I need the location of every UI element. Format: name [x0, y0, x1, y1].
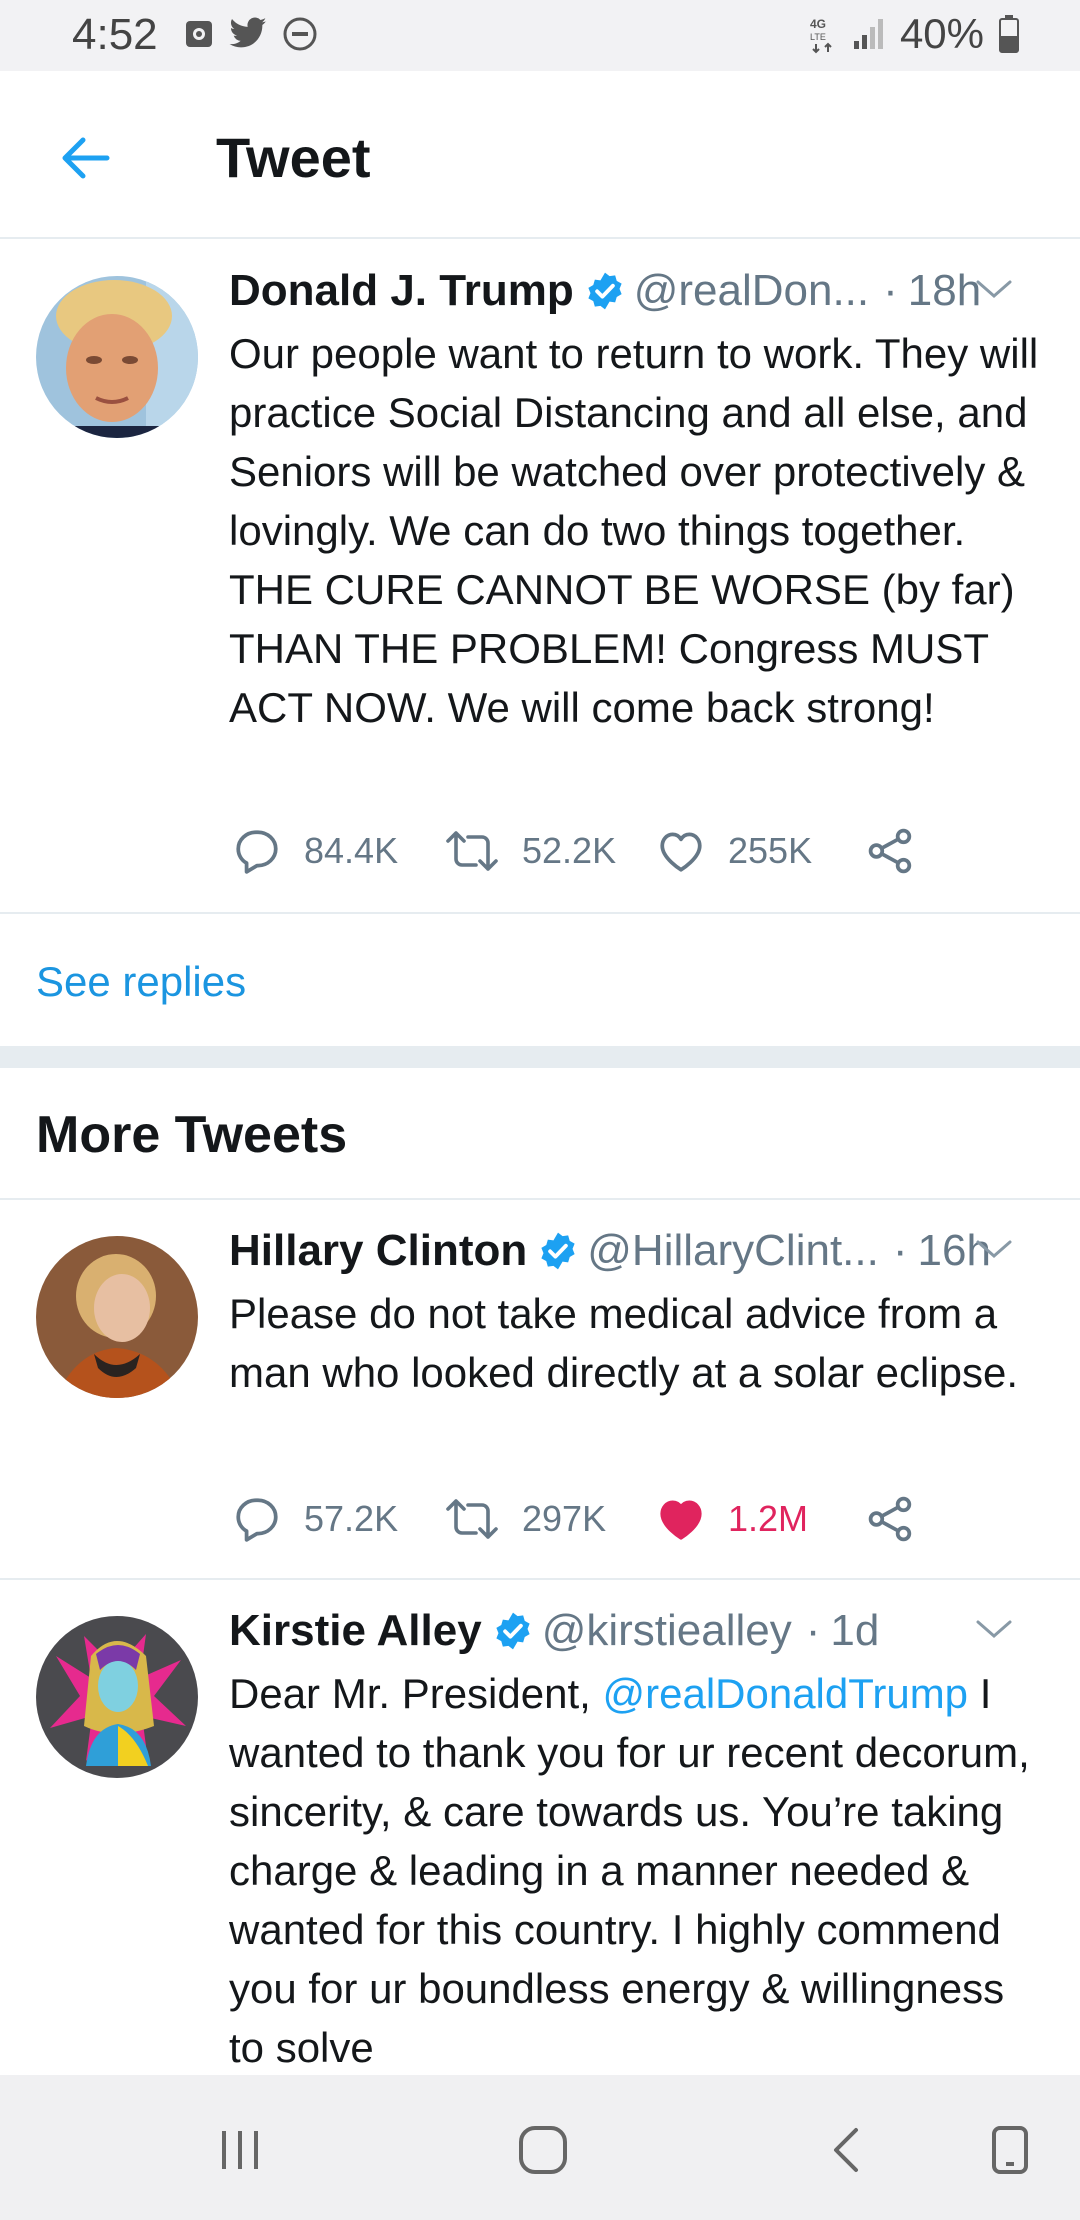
tweet-actions: 84.4K 52.2K 255K	[232, 828, 938, 874]
battery-icon	[999, 15, 1019, 53]
reply-icon	[236, 830, 278, 874]
recent-apps-button[interactable]	[205, 2115, 275, 2185]
battery-percent: 40%	[899, 10, 984, 57]
tweet-header: Donald J. Trump @realDon... · 18h	[229, 266, 1050, 316]
author-handle[interactable]: @kirstiealley	[542, 1606, 792, 1656]
recent-apps-icon	[222, 2131, 258, 2169]
retweet-icon	[446, 1499, 498, 1539]
tweet-card[interactable]: Kirstie Alley @kirstiealley · 1d Dear Mr…	[0, 1580, 1080, 2075]
more-tweets-heading: More Tweets	[36, 1106, 348, 1164]
reply-count: 84.4K	[304, 830, 399, 871]
main-tweet[interactable]: Donald J. Trump @realDon... · 18h Our pe…	[0, 240, 1080, 912]
separator-dot: ·	[883, 266, 898, 315]
back-button[interactable]	[50, 123, 120, 193]
share-button[interactable]	[866, 1496, 938, 1542]
separator-dot: ·	[805, 1606, 821, 1655]
reply-button[interactable]: 57.2K	[232, 1496, 444, 1542]
status-bar: 4:52 4G LTE 40%	[0, 0, 1080, 71]
retweet-count: 52.2K	[522, 830, 617, 871]
share-icon	[868, 828, 912, 874]
author-name[interactable]: Kirstie Alley	[229, 1606, 482, 1656]
tweet-actions: 57.2K 297K 1.2M	[232, 1496, 938, 1542]
avatar[interactable]	[36, 1616, 198, 1778]
home-icon	[519, 2126, 567, 2174]
page-title: Tweet	[216, 126, 371, 189]
heart-icon	[660, 832, 702, 872]
twitter-bird-icon	[229, 17, 267, 48]
tweet-text-body: I wanted to thank you for ur recent deco…	[229, 1670, 1030, 2071]
author-name[interactable]: Donald J. Trump	[229, 266, 574, 316]
chevron-down-icon[interactable]	[974, 276, 1014, 302]
tweet-time: 18h	[907, 266, 982, 315]
screen-record-icon	[186, 21, 212, 47]
reply-button[interactable]: 84.4K	[232, 828, 444, 874]
verified-badge-icon	[537, 1230, 579, 1272]
arrow-left-icon	[62, 137, 110, 179]
reply-icon	[236, 1498, 278, 1542]
tweet-text-prefix: Dear Mr. President,	[229, 1670, 591, 1717]
like-count: 255K	[728, 830, 813, 871]
retweet-icon	[446, 831, 498, 871]
phone-rotate-icon	[992, 2126, 1028, 2174]
status-time: 4:52	[72, 10, 158, 59]
like-button[interactable]: 255K	[656, 828, 866, 874]
tweet-header: Hillary Clinton @HillaryClint... · 16h	[229, 1226, 1050, 1276]
signal-bars-icon	[853, 19, 883, 49]
like-button[interactable]: 1.2M	[656, 1496, 866, 1542]
see-replies-link[interactable]: See replies	[36, 958, 246, 1006]
author-name[interactable]: Hillary Clinton	[229, 1226, 527, 1276]
chevron-down-icon[interactable]	[974, 1616, 1014, 1642]
share-button[interactable]	[866, 828, 938, 874]
do-not-disturb-icon	[283, 17, 317, 51]
back-chevron-icon	[834, 2128, 858, 2172]
svg-text:LTE: LTE	[810, 32, 826, 42]
network-4g-icon: 4GLTE	[810, 17, 832, 54]
tweet-header: Kirstie Alley @kirstiealley · 1d	[229, 1606, 1050, 1656]
separator-dot: ·	[892, 1226, 908, 1275]
section-separator	[0, 1046, 1080, 1068]
heart-icon	[660, 1500, 702, 1540]
top-app-bar: Tweet	[0, 71, 1080, 239]
tweet-text: Our people want to return to work. They …	[229, 330, 1039, 731]
author-handle[interactable]: @HillaryClint...	[587, 1226, 879, 1276]
verified-badge-icon	[492, 1610, 534, 1652]
divider	[0, 912, 1080, 914]
avatar[interactable]	[36, 1236, 198, 1398]
chevron-down-icon[interactable]	[974, 1236, 1014, 1262]
svg-text:4G: 4G	[810, 17, 826, 31]
retweet-button[interactable]: 297K	[444, 1497, 656, 1541]
author-handle[interactable]: @realDon...	[634, 266, 869, 316]
system-back-button[interactable]	[810, 2115, 880, 2185]
home-button[interactable]	[508, 2115, 578, 2185]
status-notification-icons	[184, 16, 318, 52]
tweet-text: Dear Mr. President, @realDonaldTrump I w…	[229, 1664, 1049, 2075]
avatar[interactable]	[36, 276, 198, 438]
tweet-text: Please do not take medical advice from a…	[229, 1290, 1019, 1396]
reply-count: 57.2K	[304, 1498, 399, 1539]
mention-link[interactable]: @realDonaldTrump	[602, 1670, 968, 1717]
retweet-button[interactable]: 52.2K	[444, 829, 656, 873]
tweet-card[interactable]: Hillary Clinton @HillaryClint... · 16h P…	[0, 1200, 1080, 1578]
status-system-icons: 4G LTE 40%	[808, 10, 1020, 58]
retweet-count: 297K	[522, 1498, 607, 1539]
like-count: 1.2M	[728, 1498, 809, 1539]
system-navigation-bar	[0, 2075, 1080, 2220]
share-icon	[868, 1496, 912, 1542]
rotate-button[interactable]	[975, 2115, 1045, 2185]
verified-badge-icon	[584, 270, 626, 312]
tweet-time: 1d	[830, 1606, 880, 1655]
